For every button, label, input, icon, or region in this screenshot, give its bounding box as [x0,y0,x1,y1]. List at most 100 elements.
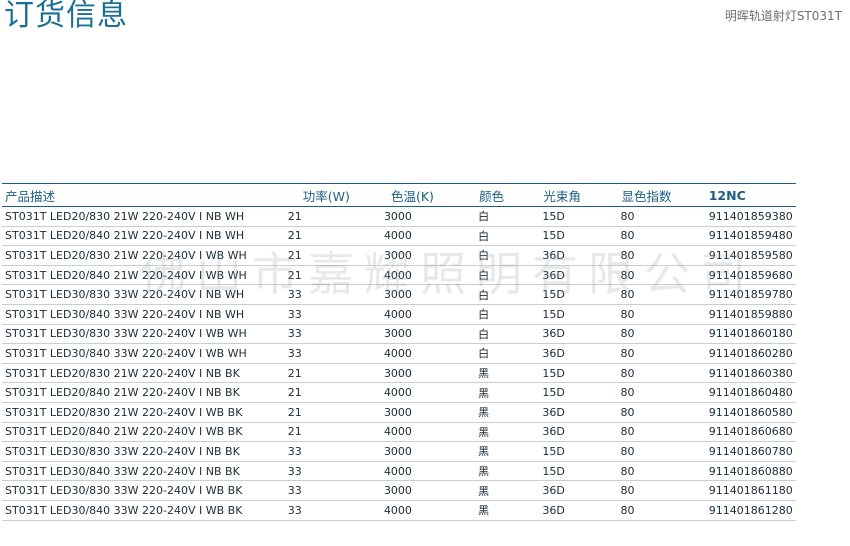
cell-12nc: 911401859480 [705,226,796,247]
table-row: ST031T LED20/840 21W 220-240V I WB BK 21 4… [2,422,796,443]
cell-color: 白 [475,206,540,227]
cell-color: 白 [475,284,540,305]
cell-12nc: 911401859880 [705,304,796,325]
cell-12nc: 911401859580 [705,245,796,266]
cell-description: ST031T LED20/840 21W 220-240V I WB WH [2,265,285,286]
cell-12nc: 911401861280 [705,500,796,521]
cell-cct: 3000 [380,284,476,305]
cell-color: 黑 [475,422,540,443]
cell-12nc: 911401859780 [705,284,796,305]
table-row: ST031T LED20/830 21W 220-240V I NB WH 21 3… [2,206,796,227]
cell-12nc: 911401860280 [705,343,796,364]
cell-cri: 80 [617,284,706,305]
cell-cri: 80 [617,441,706,462]
cell-color: 黑 [475,480,540,501]
cell-cct: 3000 [380,480,476,501]
cell-cct: 4000 [380,304,476,325]
table-row: ST031T LED30/830 33W 220-240V I NB BK 33 3… [2,441,796,462]
cell-cri: 80 [617,500,706,521]
table-row: ST031T LED20/830 21W 220-240V I WB WH 21 3… [2,245,796,266]
cell-cri: 80 [617,265,706,286]
cell-color: 白 [475,304,540,325]
cell-description: ST031T LED20/840 21W 220-240V I NB WH [2,226,285,247]
cell-cct: 4000 [380,343,476,364]
cell-12nc: 911401859380 [705,206,796,227]
cell-beam-angle: 15D [539,441,618,462]
cell-cct: 3000 [380,206,476,227]
cell-description: ST031T LED30/840 33W 220-240V I WB BK [2,500,285,521]
cell-beam-angle: 15D [539,461,618,482]
cell-power: 33 [284,441,381,462]
cell-power: 33 [284,480,381,501]
cell-beam-angle: 36D [539,480,618,501]
cell-description: ST031T LED20/840 21W 220-240V I WB BK [2,422,285,443]
table-row: ST031T LED20/840 21W 220-240V I WB WH 21 4… [2,265,796,286]
cell-power: 21 [284,382,381,403]
table-row: ST031T LED30/840 33W 220-240V I NB BK 33 4… [2,461,796,482]
cell-description: ST031T LED30/830 33W 220-240V I WB WH [2,324,285,345]
cell-cct: 3000 [380,324,476,345]
table-row: ST031T LED30/830 33W 220-240V I WB WH 33 3… [2,324,796,345]
cell-cct: 3000 [380,245,476,266]
column-header-beam-angle: 光束角 [539,183,618,207]
cell-beam-angle: 36D [539,500,618,521]
cell-color: 黑 [475,441,540,462]
cell-beam-angle: 36D [539,422,618,443]
table-row: ST031T LED30/840 33W 220-240V I WB BK 33 4… [2,500,796,521]
cell-power: 33 [284,500,381,521]
cell-cri: 80 [617,422,706,443]
cell-color: 白 [475,226,540,247]
cell-cct: 3000 [380,441,476,462]
product-series-label: 明晖轨道射灯ST031T [724,9,842,23]
table-header-row: 产品描述 功率(W) 色温(K) 颜色 光束角 显色指数 12NC [2,183,796,207]
cell-power: 21 [284,422,381,443]
column-header-cct: 色温(K) [380,183,476,207]
cell-12nc: 911401860480 [705,382,796,403]
cell-cct: 4000 [380,422,476,443]
cell-power: 21 [284,226,381,247]
cell-beam-angle: 15D [539,226,618,247]
cell-cri: 80 [617,324,706,345]
cell-cri: 80 [617,480,706,501]
cell-description: ST031T LED20/830 21W 220-240V I WB BK [2,402,285,423]
cell-description: ST031T LED30/830 33W 220-240V I NB WH [2,284,285,305]
cell-color: 黑 [475,382,540,403]
cell-power: 33 [284,284,381,305]
cell-description: ST031T LED20/840 21W 220-240V I NB BK [2,382,285,403]
cell-cri: 80 [617,245,706,266]
cell-description: ST031T LED20/830 21W 220-240V I NB WH [2,206,285,227]
cell-beam-angle: 36D [539,343,618,364]
cell-12nc: 911401860780 [705,441,796,462]
cell-description: ST031T LED20/830 21W 220-240V I WB WH [2,245,285,266]
cell-12nc: 911401860880 [705,461,796,482]
cell-color: 黑 [475,363,540,384]
cell-cct: 4000 [380,226,476,247]
table-row: ST031T LED20/830 21W 220-240V I WB BK 21 3… [2,402,796,423]
cell-color: 白 [475,324,540,345]
cell-cct: 4000 [380,382,476,403]
cell-power: 33 [284,324,381,345]
cell-description: ST031T LED30/840 33W 220-240V I NB WH [2,304,285,325]
cell-beam-angle: 36D [539,265,618,286]
cell-power: 21 [284,402,381,423]
table-row: ST031T LED20/830 21W 220-240V I NB BK 21 3… [2,363,796,384]
cell-cct: 4000 [380,500,476,521]
cell-cct: 4000 [380,265,476,286]
column-header-power: 功率(W) [284,183,381,207]
cell-cri: 80 [617,206,706,227]
cell-cri: 80 [617,402,706,423]
ordering-info-table: 产品描述 功率(W) 色温(K) 颜色 光束角 显色指数 12NC ST031T… [2,183,796,521]
cell-beam-angle: 15D [539,284,618,305]
cell-description: ST031T LED30/830 33W 220-240V I NB BK [2,441,285,462]
table-row: ST031T LED30/830 33W 220-240V I WB BK 33 3… [2,480,796,501]
cell-beam-angle: 36D [539,245,618,266]
cell-beam-angle: 36D [539,402,618,423]
cell-color: 黑 [475,402,540,423]
cell-beam-angle: 15D [539,382,618,403]
cell-cct: 4000 [380,461,476,482]
cell-beam-angle: 36D [539,324,618,345]
cell-cri: 80 [617,226,706,247]
cell-power: 21 [284,265,381,286]
cell-12nc: 911401861180 [705,480,796,501]
cell-cri: 80 [617,363,706,384]
